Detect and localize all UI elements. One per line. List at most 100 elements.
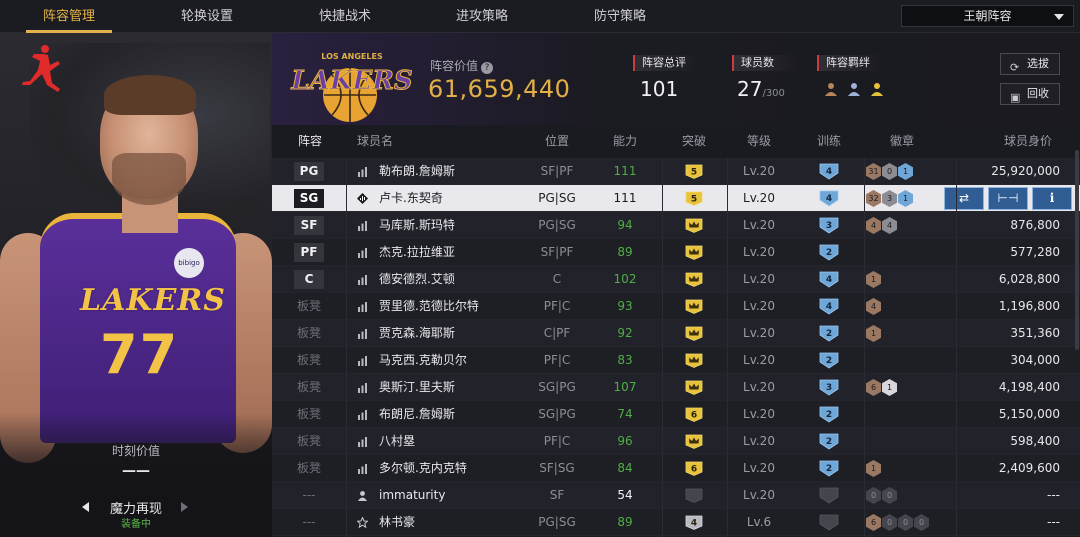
header-salary: 球员身价 bbox=[1003, 134, 1052, 148]
player-count: 27/300 bbox=[737, 77, 785, 101]
table-row[interactable]: PG 勒布朗.詹姆斯 SF|PF 111 5 Lv.20 4 31 0 1 25,920,000 bbox=[272, 158, 1080, 185]
player-salary: 4,198,400 bbox=[998, 380, 1060, 394]
lineup-dropdown[interactable]: 王朝阵容 bbox=[901, 5, 1074, 27]
tier-bars-icon bbox=[358, 464, 367, 474]
player-position: SF|PF bbox=[540, 245, 574, 259]
lineup-slot: 板凳 bbox=[296, 434, 321, 448]
help-icon[interactable]: ? bbox=[481, 62, 494, 74]
table-row[interactable]: --- immaturity SF 54 Lv.20 0 0 --- bbox=[272, 482, 1080, 509]
skill-next-arrow-icon[interactable] bbox=[181, 502, 188, 512]
tab-rotation-settings[interactable]: 轮换设置 bbox=[164, 0, 250, 33]
recycle-button[interactable]: ▣ 回收 bbox=[1000, 83, 1060, 105]
player-level: Lv.20 bbox=[743, 488, 775, 502]
player-ability: 94 bbox=[617, 218, 633, 232]
chemistry-gold-icon[interactable] bbox=[868, 80, 886, 98]
player-salary: 304,000 bbox=[1010, 353, 1060, 367]
badge-count: 3 bbox=[882, 190, 897, 207]
table-row[interactable]: --- 林书豪 PG|SG 89 4 Lv.6 6 0 0 0 --- bbox=[272, 509, 1080, 536]
lineup-value-label-text: 阵容价值 bbox=[430, 59, 479, 73]
header-training: 训练 bbox=[816, 134, 841, 148]
badge-count: 6 bbox=[866, 379, 881, 396]
chevron-down-icon bbox=[1054, 14, 1064, 20]
training-value: 2 bbox=[826, 464, 832, 474]
player-ability: 74 bbox=[617, 407, 633, 421]
tab-quick-tactics[interactable]: 快捷战术 bbox=[302, 0, 388, 33]
table-row[interactable]: PF 杰克.拉拉维亚 SF|PF 89 Lv.20 2 577,280 bbox=[272, 239, 1080, 266]
info-button[interactable]: i bbox=[1032, 187, 1072, 210]
crown-icon bbox=[685, 326, 703, 341]
player-salary: 1,196,800 bbox=[998, 299, 1060, 313]
table-header: 阵容 球员名 位置 能力 突破 等级 训练 徽章 球员身价 bbox=[272, 125, 1080, 158]
lineup-slot: PF bbox=[294, 243, 324, 262]
breakthrough-badge: 6 bbox=[685, 407, 703, 422]
table-row[interactable]: 板凳 贾克森.海耶斯 C|PF 92 Lv.20 2 1 351,360 bbox=[272, 320, 1080, 347]
dumbbell-icon: ⊢⊣ bbox=[997, 191, 1019, 205]
player-position: PG|SG bbox=[538, 515, 576, 529]
chemistry-silver-icon[interactable] bbox=[845, 80, 863, 98]
refresh-icon: ⟳ bbox=[1010, 61, 1020, 74]
training-value: 2 bbox=[826, 329, 832, 339]
player-salary: --- bbox=[1047, 515, 1060, 529]
lineup-value: 61,659,440 bbox=[428, 75, 571, 103]
training-empty-icon bbox=[819, 487, 839, 504]
training-level-badge: 3 bbox=[819, 217, 839, 234]
table-row[interactable]: 板凳 贾里德.范德比尔特 PF|C 93 Lv.20 4 4 1,196,800 bbox=[272, 293, 1080, 320]
player-salary: 6,028,800 bbox=[998, 272, 1060, 286]
breakthrough-badge: 6 bbox=[685, 461, 703, 476]
tier-diamond-icon bbox=[357, 193, 368, 204]
player-beard bbox=[112, 153, 186, 205]
player-name: 杰克.拉拉维亚 bbox=[379, 245, 455, 259]
training-level-badge: 3 bbox=[819, 379, 839, 396]
player-ability: 107 bbox=[613, 380, 637, 394]
training-empty-icon bbox=[819, 514, 839, 531]
player-level: Lv.20 bbox=[743, 164, 775, 178]
badge-count: 4 bbox=[866, 217, 881, 234]
player-position: SG|PG bbox=[538, 407, 576, 421]
skill-equipped-status: 装备中 bbox=[121, 519, 151, 530]
player-name: 马库斯.斯玛特 bbox=[379, 218, 455, 232]
train-button[interactable]: ⊢⊣ bbox=[988, 187, 1028, 210]
tab-lineup-management[interactable]: 阵容管理 bbox=[26, 0, 112, 33]
player-position: PG|SG bbox=[538, 218, 576, 232]
table-row[interactable]: 板凳 布朗尼.詹姆斯 SG|PG 74 6 Lv.20 2 5,150,000 bbox=[272, 401, 1080, 428]
player-name: 德安德烈.艾顿 bbox=[379, 272, 455, 286]
player-level: Lv.20 bbox=[743, 461, 775, 475]
player-name: 林书豪 bbox=[379, 515, 416, 529]
badge-count: 4 bbox=[882, 217, 897, 234]
badge-count: 1 bbox=[866, 271, 881, 288]
lineup-slot: 板凳 bbox=[296, 326, 321, 340]
player-ability: 54 bbox=[617, 488, 633, 502]
breakthrough-badge: 5 bbox=[685, 164, 703, 179]
select-button[interactable]: ⟳ 选拔 bbox=[1000, 53, 1060, 75]
training-value: 2 bbox=[826, 437, 832, 447]
player-name: 多尔顿.克内克特 bbox=[379, 461, 467, 475]
player-hair bbox=[104, 75, 196, 115]
badge-count: 0 bbox=[882, 487, 897, 504]
player-position: SF bbox=[549, 488, 565, 502]
breakthrough-value: 5 bbox=[691, 168, 697, 178]
table-row[interactable]: C 德安德烈.艾顿 C 102 Lv.20 4 1 6,028,800 bbox=[272, 266, 1080, 293]
table-row[interactable]: 板凳 马克西.克勒贝尔 PF|C 83 Lv.20 2 304,000 bbox=[272, 347, 1080, 374]
tab-defense-strategy[interactable]: 防守策略 bbox=[577, 0, 663, 33]
team-logo-wordmark: LAKERS bbox=[290, 66, 412, 96]
table-row[interactable]: 板凳 多尔顿.克内克特 SF|SG 84 6 Lv.20 2 1 2,409,600 bbox=[272, 455, 1080, 482]
breakthrough-empty-icon bbox=[685, 488, 703, 503]
header-ability: 能力 bbox=[612, 134, 637, 148]
tier-bars-icon bbox=[358, 383, 367, 393]
chemistry-bronze-icon[interactable] bbox=[822, 80, 840, 98]
table-row[interactable]: SG 卢卡.东契奇 PG|SG 111 5 Lv.20 4 32 3 1 ⇄ ⊢⊣ i bbox=[272, 185, 1080, 212]
table-scrollbar[interactable] bbox=[1075, 150, 1079, 350]
header-breakthrough: 突破 bbox=[681, 134, 706, 148]
tab-offense-strategy[interactable]: 进攻策略 bbox=[439, 0, 525, 33]
player-position: PF|C bbox=[543, 434, 571, 448]
badge-count: 31 bbox=[866, 163, 881, 180]
player-level: Lv.20 bbox=[743, 407, 775, 421]
swap-button[interactable]: ⇄ bbox=[944, 187, 984, 210]
player-ability: 111 bbox=[613, 191, 637, 205]
table-row[interactable]: 板凳 奥斯汀.里夫斯 SG|PG 107 Lv.20 3 6 1 4,198,400 bbox=[272, 374, 1080, 401]
column-divider bbox=[346, 158, 347, 537]
table-row[interactable]: 板凳 八村塁 PF|C 96 Lv.20 2 598,400 bbox=[272, 428, 1080, 455]
table-row[interactable]: SF 马库斯.斯玛特 PG|SG 94 Lv.20 3 4 4 876,800 bbox=[272, 212, 1080, 239]
player-salary: 577,280 bbox=[1010, 245, 1060, 259]
training-level-badge: 4 bbox=[819, 298, 839, 315]
